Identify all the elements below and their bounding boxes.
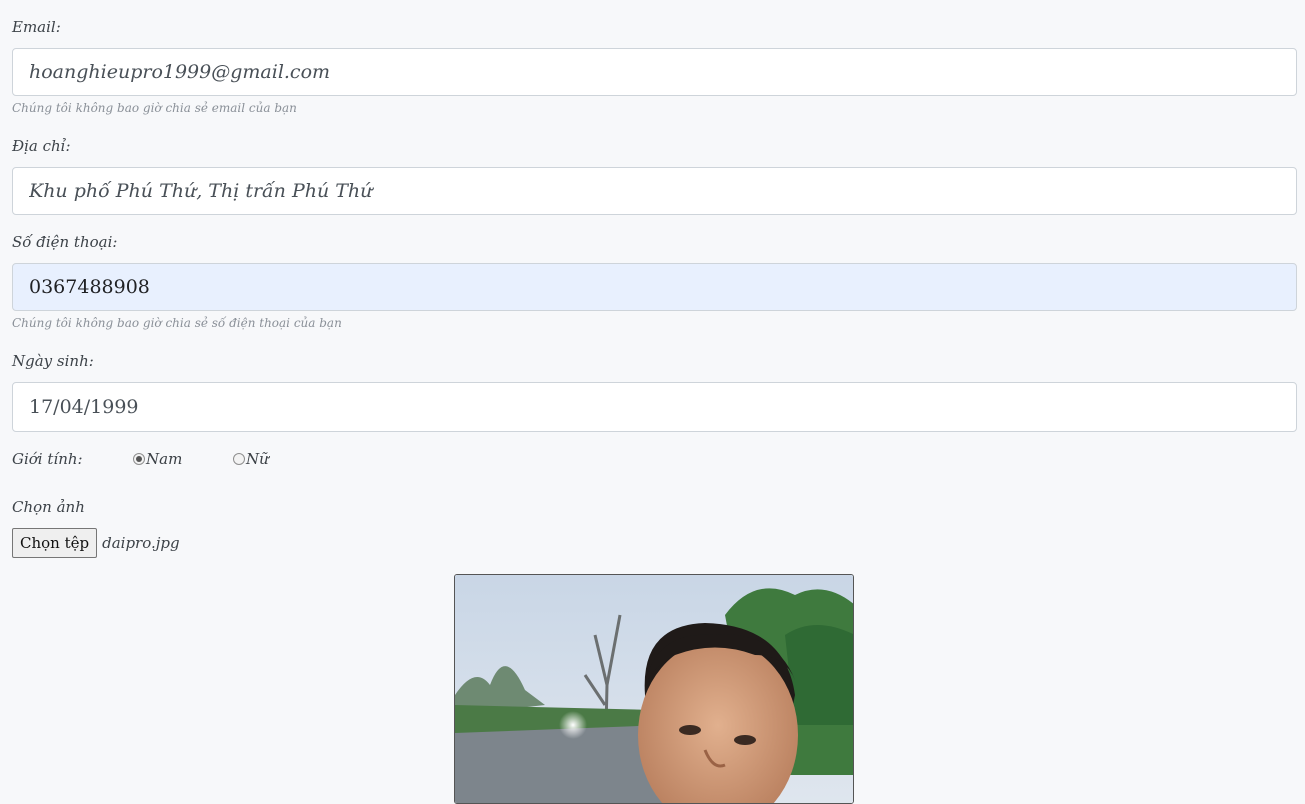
- birthday-label: Ngày sinh:: [12, 352, 94, 370]
- file-name: daipro.jpg: [102, 534, 180, 552]
- phone-help-text: Chúng tôi không bao giờ chia sẻ số điện …: [12, 316, 342, 330]
- gender-label: Giới tính:: [12, 450, 83, 468]
- birthday-field[interactable]: [12, 382, 1297, 432]
- radio-male-checked[interactable]: [133, 453, 145, 465]
- file-picker: Chọn tệp daipro.jpg: [12, 528, 180, 558]
- radio-female[interactable]: [233, 453, 245, 465]
- choose-file-button[interactable]: Chọn tệp: [12, 528, 98, 558]
- email-help-text: Chúng tôi không bao giờ chia sẻ email củ…: [12, 101, 297, 115]
- gender-female-label: Nữ: [246, 450, 269, 468]
- phone-field[interactable]: [12, 263, 1297, 311]
- gender-option-female[interactable]: Nữ: [233, 450, 269, 468]
- email-field[interactable]: [12, 48, 1297, 96]
- profile-photo-preview: [454, 574, 854, 804]
- email-label: Email:: [12, 18, 61, 36]
- photo-image: [455, 575, 853, 803]
- gender-option-male[interactable]: Nam: [133, 450, 182, 468]
- phone-label: Số điện thoại:: [12, 233, 118, 251]
- address-field[interactable]: [12, 167, 1297, 215]
- photo-label: Chọn ảnh: [12, 498, 85, 516]
- gender-male-label: Nam: [146, 450, 183, 468]
- address-label: Địa chỉ:: [12, 137, 71, 155]
